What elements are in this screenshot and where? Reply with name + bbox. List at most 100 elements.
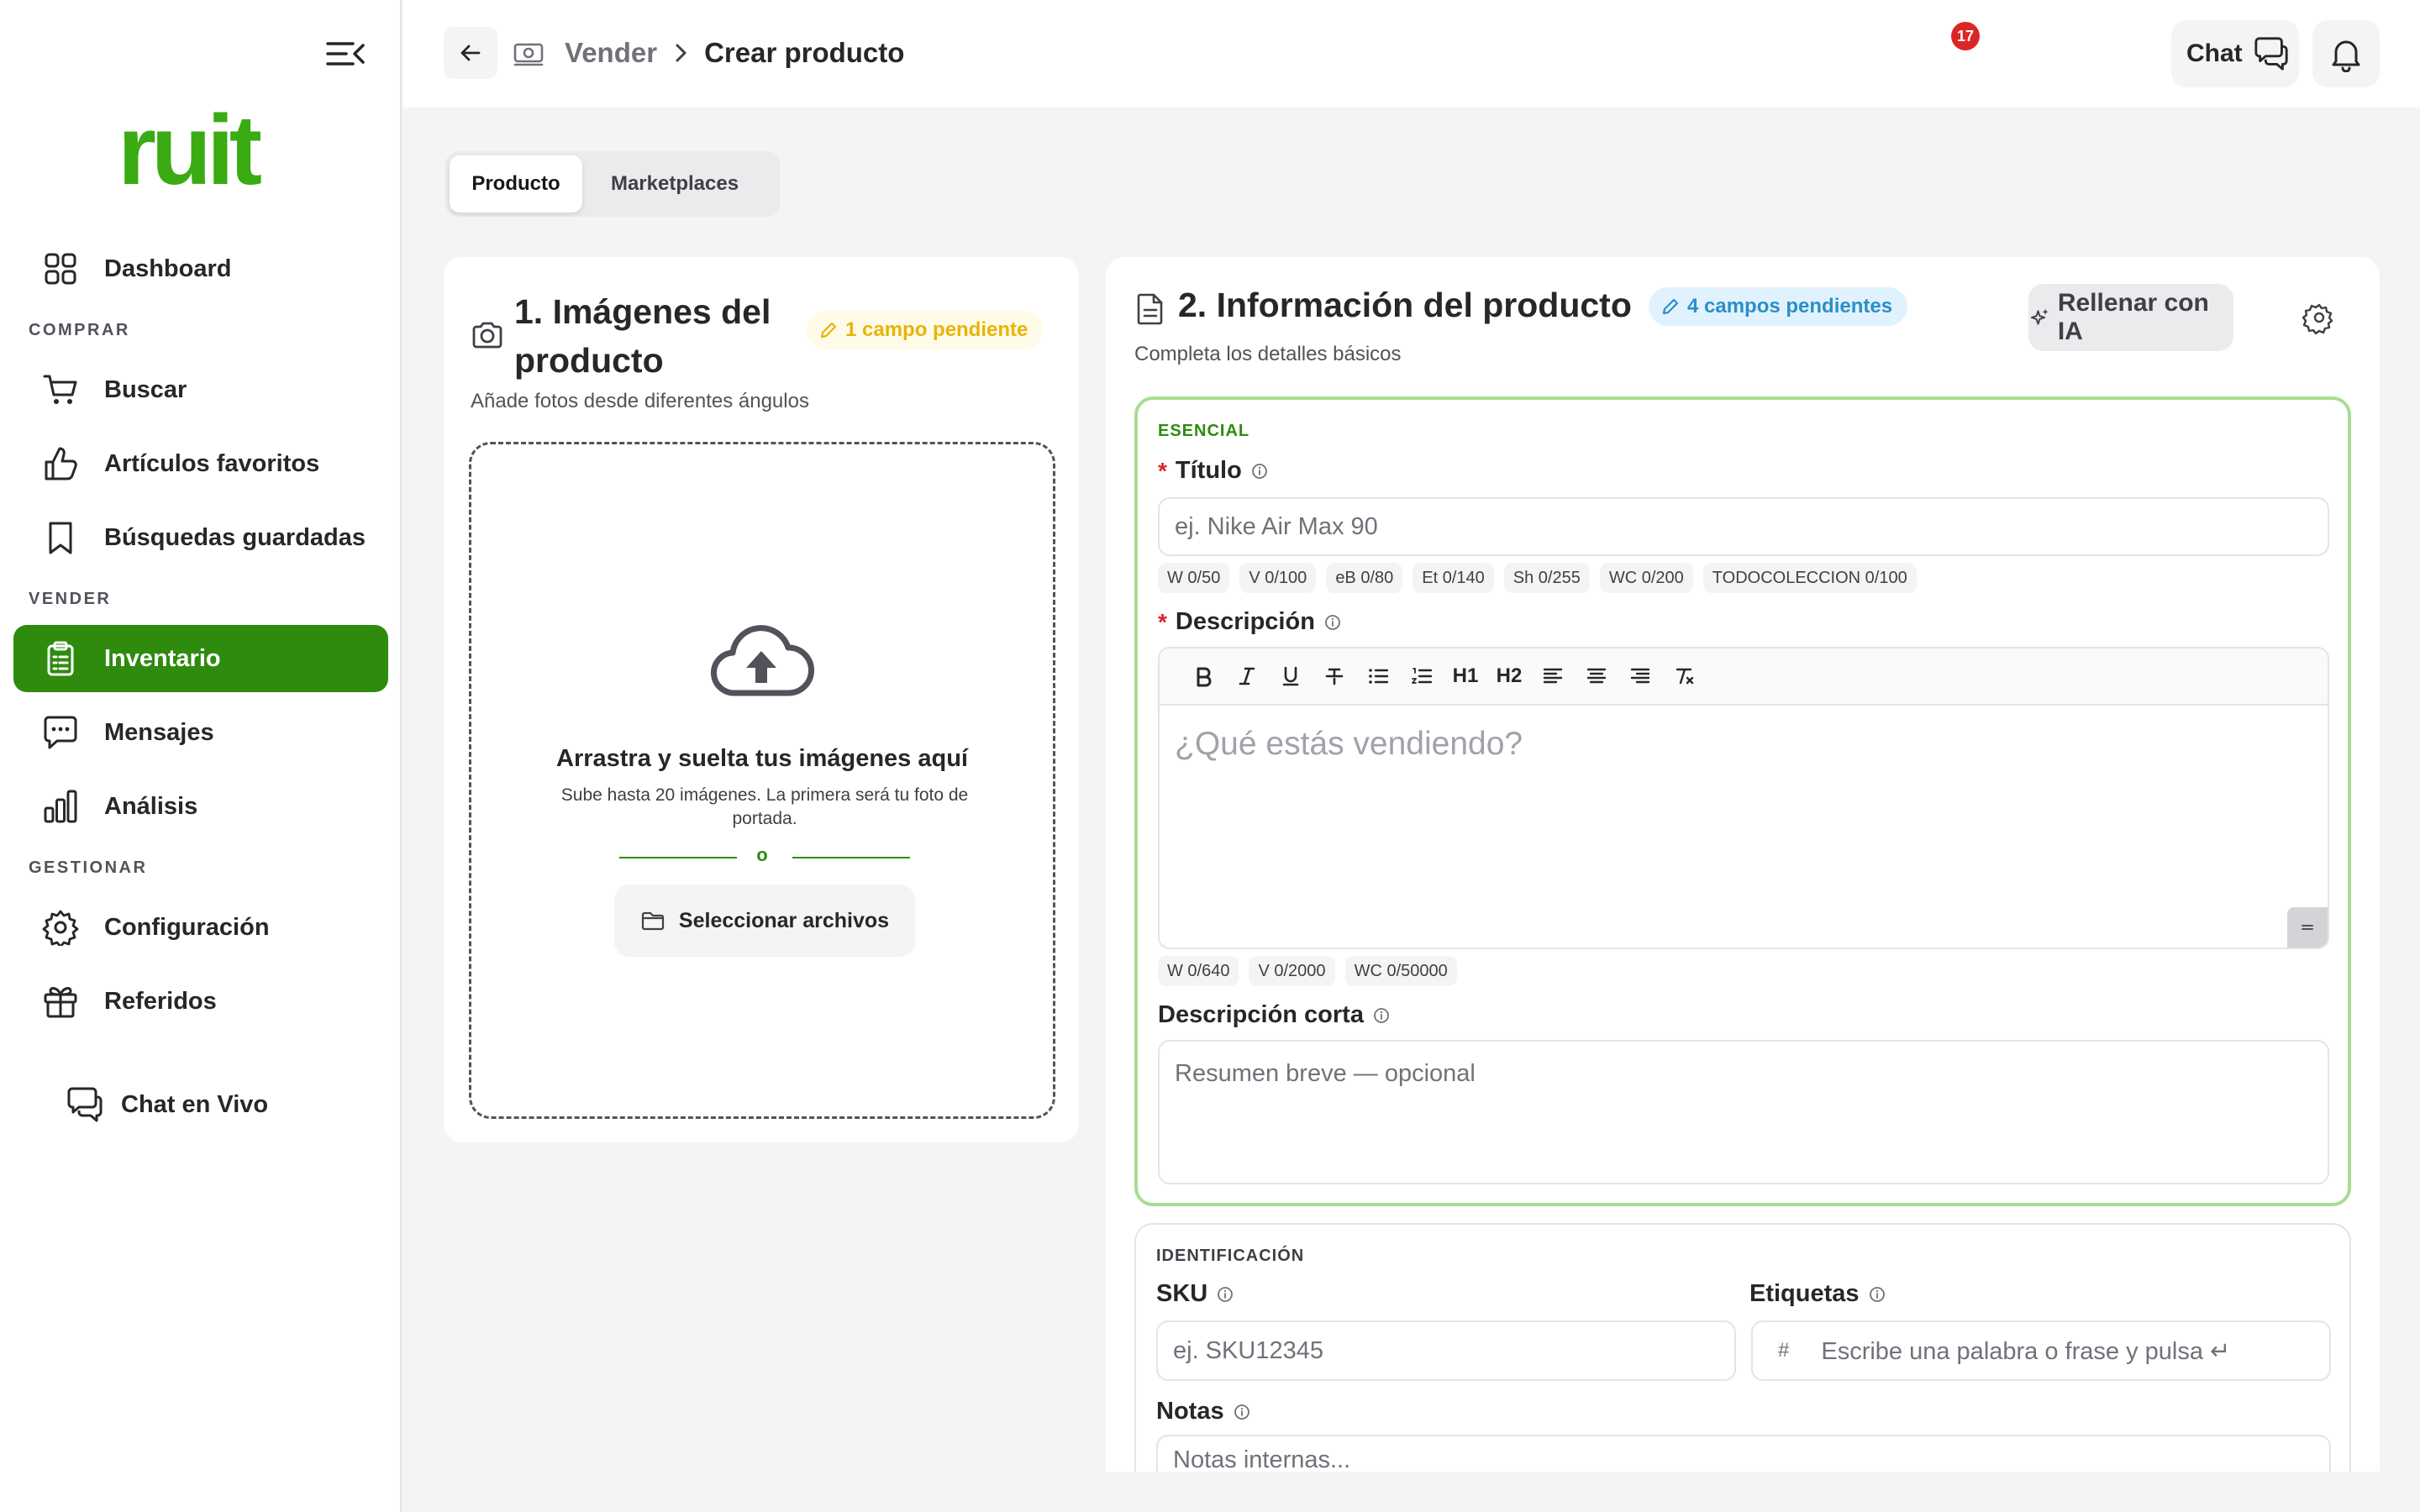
page-bottom-edge [1106,1472,2380,1512]
underline-button[interactable] [1269,654,1313,698]
counter-badge: TODOCOLECCION 0/100 [1702,563,1917,593]
numbered-list-icon [1412,668,1433,684]
counter-badge: Sh 0/255 [1503,563,1590,593]
numbered-list-button[interactable] [1400,654,1444,698]
section-comprar: COMPRAR [29,321,130,339]
grip-icon [2302,925,2313,930]
sidebar-item-label: Referidos [104,987,217,1015]
tab-producto[interactable]: Producto [450,155,582,213]
strikethrough-button[interactable] [1313,654,1356,698]
sidebar-item-label: Configuración [104,913,270,941]
notification-count-badge: 17 [1951,22,1980,50]
image-dropzone[interactable]: Arrastra y suelta tus imágenes aquí Sube… [469,442,1055,1119]
clear-format-icon [1676,668,1694,685]
live-chat-button[interactable]: Chat en Vivo [66,1085,268,1124]
counter-badge: W 0/50 [1158,563,1230,593]
product-info-subtitle: Completa los detalles básicos [1134,343,1402,365]
sidebar-item-inventario[interactable]: Inventario [13,625,388,692]
ruit-logo[interactable]: ruit [118,101,262,200]
sidebar-item-analisis[interactable]: Análisis [13,773,388,840]
description-editor[interactable]: H1 H2 ¿Qué estás vendiendo? [1158,647,2329,949]
dropzone-or: o [756,844,768,865]
align-left-icon [1543,668,1563,684]
images-pending-text: 1 campo pendiente [845,318,1028,341]
align-left-button[interactable] [1531,654,1575,698]
info-icon [1234,1404,1249,1420]
chat-bubbles-icon [2254,37,2288,71]
short-description-input[interactable]: Resumen breve — opcional [1158,1040,2329,1184]
collapse-sidebar-button[interactable] [326,37,365,71]
back-button[interactable] [444,27,497,79]
folder-icon [641,911,665,931]
thumbs-up-icon [45,447,77,480]
hash-icon: # [1778,1339,1790,1362]
sidebar-item-busquedas-guardadas[interactable]: Búsquedas guardadas [13,504,388,571]
sidebar-item-mensajes[interactable]: Mensajes [13,699,388,766]
sidebar-item-label: Buscar [104,375,187,403]
select-files-button[interactable]: Seleccionar archivos [614,885,915,957]
bullet-list-button[interactable] [1356,654,1400,698]
description-placeholder: ¿Qué estás vendiendo? [1175,726,1523,762]
images-card-title: 1. Imágenes del producto [514,292,771,380]
info-icon [1218,1286,1234,1302]
counter-badge: W 0/640 [1158,956,1239,986]
clipboard-icon [47,641,74,676]
counter-badge: eB 0/80 [1326,563,1403,593]
info-pending-text: 4 campos pendientes [1687,295,1893,318]
clear-format-button[interactable] [1662,654,1706,698]
sidebar-item-configuracion[interactable]: Configuración [13,894,388,961]
product-info-title: 2. Información del producto [1178,286,1632,324]
top-header: Vender Crear producto Chat [403,0,2420,108]
title-input[interactable]: ej. Nike Air Max 90 [1158,497,2329,556]
sidebar-item-favoritos[interactable]: Artículos favoritos [13,430,388,497]
tags-input[interactable]: # Escribe una palabra o frase y pulsa ↵ [1751,1320,2331,1381]
sidebar-item-label: Mensajes [104,718,214,746]
heading2-button[interactable]: H2 [1487,654,1531,698]
dropzone-subtitle: Sube hasta 20 imágenes. La primera será … [560,785,969,828]
notifications-button[interactable] [2312,20,2380,87]
identification-label: IDENTIFICACIÓN [1156,1247,1305,1265]
pencil-icon [820,322,837,339]
gear-icon[interactable] [2302,301,2336,334]
sidebar-item-dashboard[interactable]: Dashboard [13,235,388,302]
italic-button[interactable] [1225,654,1269,698]
sidebar-item-buscar[interactable]: Buscar [13,356,388,423]
sidebar-item-label: Inventario [104,644,221,672]
counter-badge: WC 0/200 [1599,563,1693,593]
gear-icon [42,910,79,946]
sku-field-label: SKU [1156,1280,1234,1308]
breadcrumb: Vender Crear producto [513,34,904,72]
menu-collapse-icon [326,42,365,66]
heading1-button[interactable]: H1 [1444,654,1487,698]
info-icon [1325,614,1340,630]
section-vender: VENDER [29,590,112,608]
align-center-icon [1586,668,1607,684]
italic-icon [1239,667,1255,685]
chat-button-label: Chat [2186,39,2243,67]
chat-button[interactable]: Chat [2171,20,2299,87]
tab-marketplaces[interactable]: Marketplaces [582,155,767,213]
align-center-button[interactable] [1575,654,1618,698]
chevron-right-icon [676,44,687,62]
counter-badge: WC 0/50000 [1344,956,1457,986]
sku-input[interactable]: ej. SKU12345 [1156,1320,1736,1381]
bell-icon [2332,40,2360,72]
fill-with-ai-button[interactable]: Rellenar con IA [2028,284,2233,351]
title-field-label: * Título [1158,457,1269,485]
breadcrumb-vender[interactable]: Vender [565,37,657,69]
sidebar-item-referidos[interactable]: Referidos [13,968,388,1035]
editor-toolbar: H1 H2 [1160,648,2328,706]
tags-placeholder: Escribe una palabra o frase y pulsa ↵ [1821,1337,2231,1365]
camera-icon [472,322,502,349]
resize-handle[interactable] [2287,907,2328,948]
bold-button[interactable] [1181,654,1225,698]
counter-badge: V 0/100 [1239,563,1317,593]
description-field-label: * Descripción [1158,608,1342,636]
align-right-button[interactable] [1618,654,1662,698]
info-icon [1869,1286,1885,1302]
tags-field-label: Etiquetas [1749,1280,1886,1308]
product-tabs: Producto Marketplaces [445,151,780,217]
counter-badge: V 0/2000 [1249,956,1335,986]
message-icon [44,716,77,749]
document-icon [1137,293,1163,325]
